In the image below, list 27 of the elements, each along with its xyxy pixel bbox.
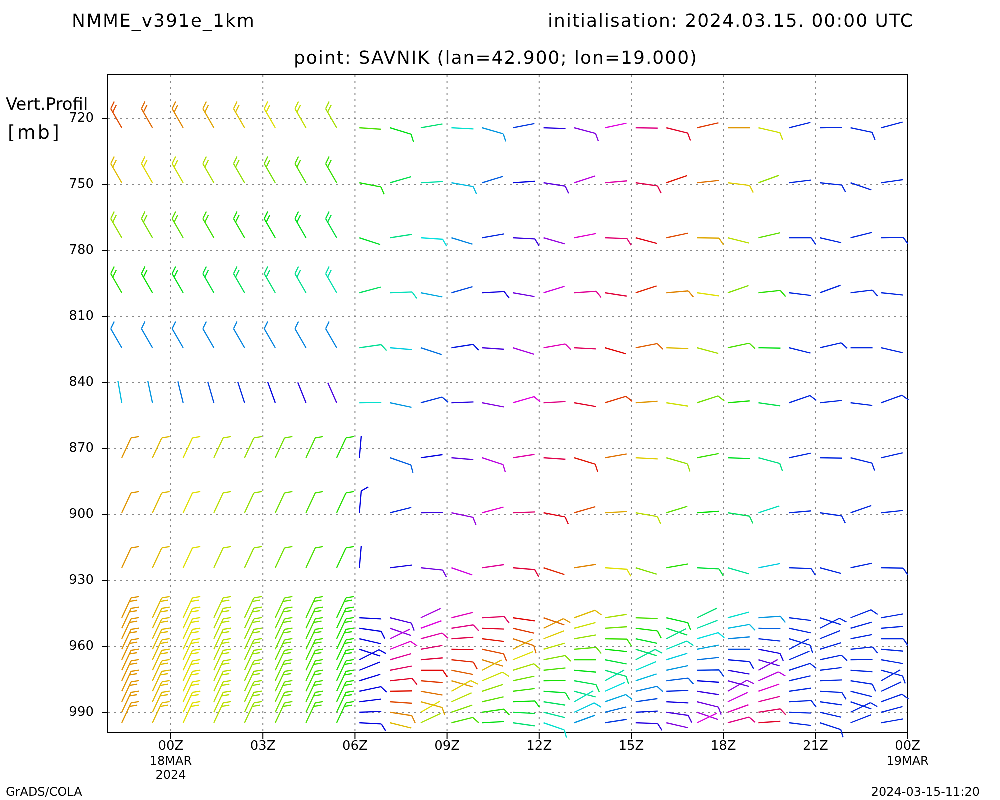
axis-date-label: 18MAR (148, 754, 194, 768)
axis-tick-label: 00Z (894, 740, 922, 754)
axis-tick-label: 960 (68, 640, 94, 654)
axis-title: [mb] (8, 121, 62, 146)
axis-tick-label: 21Z (802, 740, 830, 754)
axis-tick-label: 870 (68, 442, 94, 456)
model-title: NMME_v391e_1km (72, 10, 256, 34)
axis-tick-label: 06Z (341, 740, 369, 754)
axis-tick-label: 09Z (434, 740, 462, 754)
footer-timestamp: 2024-03-15-11:20 (871, 784, 980, 800)
axis-tick-label: 900 (68, 508, 94, 522)
axis-tick-label: 750 (68, 178, 94, 192)
axis-date-label: 19MAR (886, 754, 930, 768)
axis-tick-label: 840 (68, 376, 94, 390)
axis-tick-label: 930 (68, 574, 94, 588)
axis-tick-label: 15Z (618, 740, 646, 754)
axis-tick-label: 990 (68, 706, 94, 720)
axis-tick-label: 00Z (157, 740, 185, 754)
point-title: point: SAVNIK (lan=42.900; lon=19.000) (294, 47, 698, 71)
axis-tick-label: 12Z (526, 740, 554, 754)
axis-tick-label: 810 (68, 310, 94, 324)
axis-tick-label: 780 (68, 244, 94, 258)
initialisation-time: initialisation: 2024.03.15. 00:00 UTC (548, 10, 914, 34)
footer-credit: GrADS/COLA (6, 784, 82, 800)
axis-tick-label: 18Z (710, 740, 738, 754)
axis-date-label: 2024 (154, 768, 188, 782)
axis-tick-label: 03Z (249, 740, 277, 754)
